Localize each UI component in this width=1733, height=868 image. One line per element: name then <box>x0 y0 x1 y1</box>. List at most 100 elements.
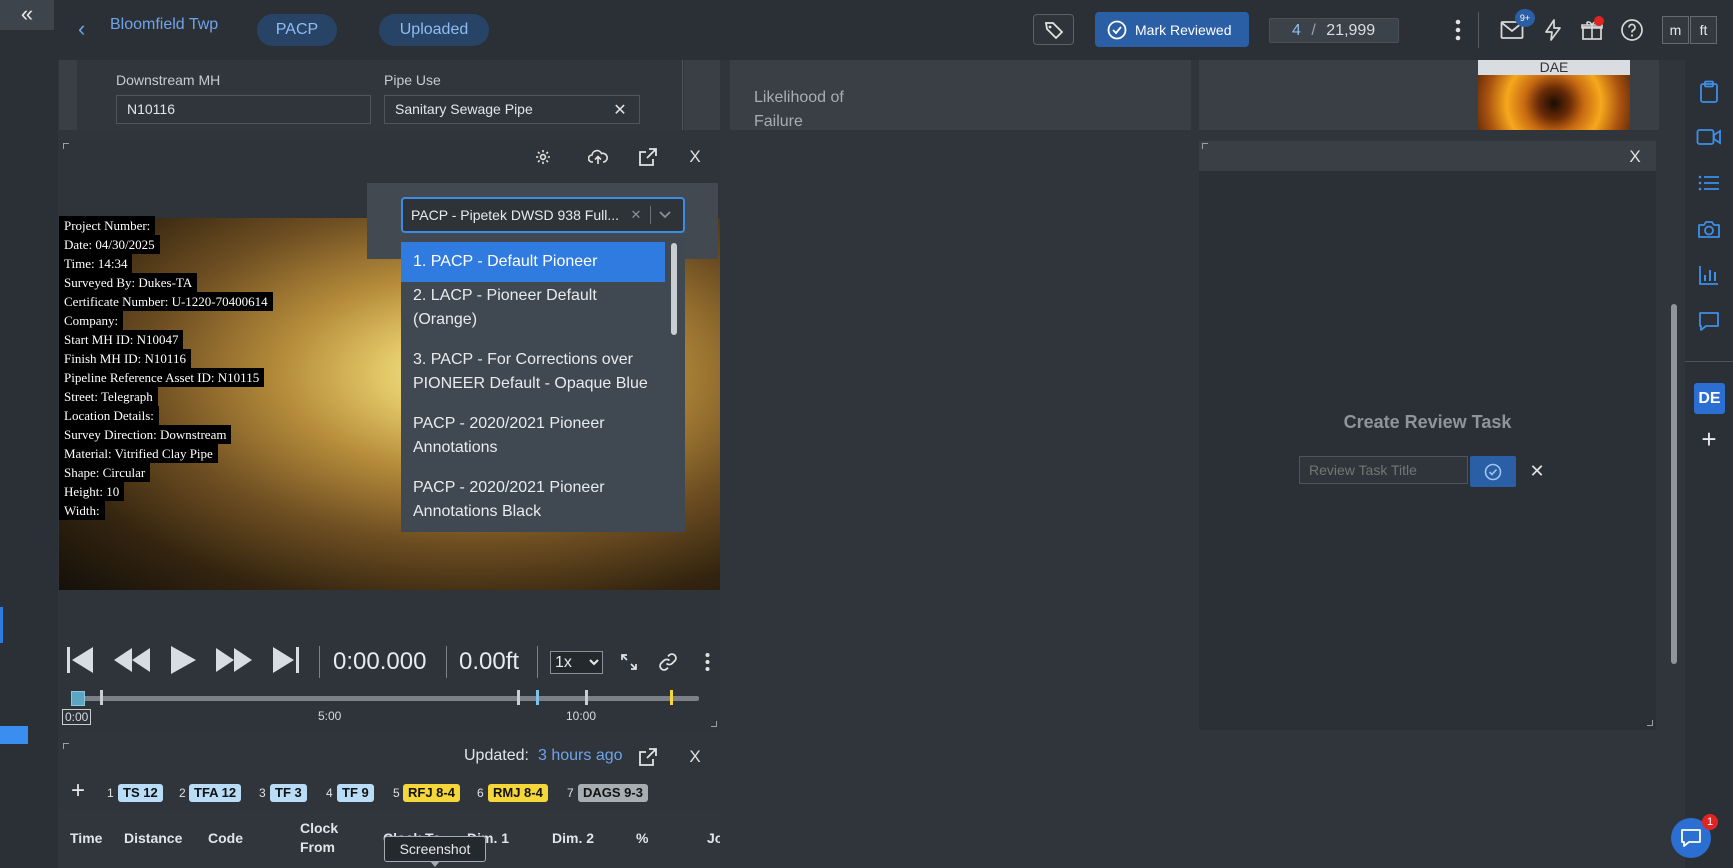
resize-handle[interactable] <box>63 143 69 149</box>
rail-divider <box>1685 361 1733 362</box>
overlay-option[interactable]: 2. LACP - Pioneer Default (Orange) <box>401 284 665 332</box>
video-button[interactable] <box>1694 122 1724 152</box>
pipe-use-label: Pipe Use <box>384 72 441 88</box>
code-chip[interactable]: TF 3 <box>270 784 307 802</box>
downstream-mh-input[interactable]: N10116 <box>116 95 371 124</box>
video-overlay-text: Project Number: Date: 04/30/2025 Time: 1… <box>59 216 273 520</box>
skip-to-start-button[interactable] <box>65 644 95 676</box>
clear-selection-icon[interactable]: ✕ <box>628 205 644 225</box>
vertical-dots-icon <box>1455 19 1461 41</box>
resize-handle[interactable] <box>1202 143 1208 149</box>
column-header[interactable]: Distance <box>124 829 182 848</box>
timeline-marker[interactable] <box>100 690 103 705</box>
divider <box>682 60 683 130</box>
overlay-line: Pipeline Reference Asset ID: N10115 <box>59 368 265 387</box>
overlay-option[interactable]: PACP - 2020/2021 Pioneer Annotations Bla… <box>401 476 665 524</box>
code-chip[interactable]: RMJ 8-4 <box>488 784 548 802</box>
timeline-marker[interactable] <box>536 690 539 705</box>
back-chevron-icon[interactable]: ‹ <box>78 18 85 40</box>
collapse-sidebar-button[interactable]: « <box>0 0 54 30</box>
pipe-use-select[interactable]: Sanitary Sewage Pipe <box>384 95 640 124</box>
overlay-option[interactable]: 1. PACP - Default Pioneer <box>401 242 665 282</box>
code-chip[interactable]: RFJ 8-4 <box>403 784 460 802</box>
settings-button[interactable] <box>532 146 554 168</box>
fullscreen-button[interactable] <box>618 651 640 673</box>
playback-speed-select[interactable]: 1x <box>550 651 603 674</box>
pop-out-button[interactable] <box>636 145 660 169</box>
timeline-playhead[interactable] <box>71 691 85 706</box>
list-icon <box>1698 175 1719 191</box>
record-counter[interactable]: 4 / 21,999 <box>1269 18 1399 43</box>
check-circle-icon <box>1484 463 1502 480</box>
clear-pipe-use-icon[interactable]: ✕ <box>611 101 629 119</box>
overlay-option[interactable]: 3. PACP - For Corrections over PIONEER D… <box>401 348 665 396</box>
workspace-badge[interactable]: DE <box>1694 383 1725 414</box>
tooltip-arrow <box>430 861 440 867</box>
fast-forward-button[interactable] <box>214 644 254 676</box>
column-header[interactable]: Time <box>70 829 102 848</box>
add-workspace-icon[interactable]: + <box>1694 424 1724 454</box>
timeline-marker[interactable] <box>585 690 588 705</box>
chart-button[interactable] <box>1694 260 1724 290</box>
dropdown-toggle[interactable] <box>656 206 674 224</box>
review-panel-header <box>1199 141 1656 171</box>
format-pill[interactable]: PACP <box>257 14 337 46</box>
timeline-track[interactable] <box>71 696 699 701</box>
comments-button[interactable] <box>1694 306 1724 336</box>
clipboard-button[interactable] <box>1694 77 1724 107</box>
confirm-review-task-button[interactable] <box>1470 456 1516 487</box>
tag-button[interactable] <box>1033 14 1074 45</box>
menu-scrollbar[interactable] <box>671 243 677 335</box>
resize-handle[interactable] <box>1647 720 1653 726</box>
overlay-template-value: PACP - Pipetek DWSD 938 Full... <box>411 207 619 223</box>
code-chip[interactable]: DAGS 9-3 <box>578 784 648 802</box>
skip-to-end-button[interactable] <box>271 644 301 676</box>
column-header[interactable]: Code <box>208 829 243 848</box>
mark-reviewed-button[interactable]: Mark Reviewed <box>1095 12 1249 47</box>
cancel-review-task-icon[interactable]: ✕ <box>1527 461 1547 481</box>
help-button[interactable] <box>1618 16 1646 44</box>
overlay-line: Material: Vitrified Clay Pipe <box>59 444 218 463</box>
mail-badge: 9+ <box>1515 9 1535 27</box>
status-pill[interactable]: Uploaded <box>379 14 489 46</box>
copy-link-button[interactable] <box>656 651 680 673</box>
close-video-panel-button[interactable]: X <box>686 145 704 169</box>
record-index[interactable]: 4 <box>1292 22 1301 39</box>
activity-button[interactable] <box>1539 16 1567 44</box>
timeline-marker[interactable] <box>670 690 673 705</box>
more-menu-button[interactable] <box>1444 16 1472 44</box>
likelihood-of-failure-label: Likelihood of Failure <box>754 89 844 130</box>
upload-button[interactable] <box>586 145 610 169</box>
close-observations-button[interactable]: X <box>686 745 704 769</box>
gear-icon <box>536 150 550 164</box>
left-rail-tab[interactable] <box>0 726 28 744</box>
lightning-icon <box>1545 19 1561 41</box>
overlay-option[interactable]: PACP - 2020/2021 Pioneer Annotations <box>401 412 665 460</box>
close-review-panel-button[interactable]: X <box>1626 145 1644 169</box>
timeline-marker[interactable] <box>517 690 520 705</box>
camera-button[interactable] <box>1694 214 1724 244</box>
pop-out-button[interactable] <box>636 745 660 769</box>
resize-handle[interactable] <box>63 743 69 749</box>
link-icon <box>659 653 677 671</box>
user-menu-m[interactable]: m <box>1662 16 1689 44</box>
rewind-button[interactable] <box>112 644 152 676</box>
user-menu-ft[interactable]: ft <box>1690 16 1717 44</box>
overlay-line: Location Details: <box>59 406 159 425</box>
column-header[interactable]: % <box>636 829 648 848</box>
play-button[interactable] <box>167 644 199 676</box>
updated-time: 3 hours ago <box>538 747 623 764</box>
add-observation-icon[interactable]: + <box>68 777 88 804</box>
page-scrollbar[interactable] <box>1671 304 1677 664</box>
code-chip[interactable]: TS 12 <box>118 784 163 802</box>
column-header[interactable]: Clock From <box>300 819 350 857</box>
column-header[interactable]: Dim. 2 <box>552 829 594 848</box>
code-chip[interactable]: TFA 12 <box>189 784 242 802</box>
code-chip[interactable]: TF 9 <box>337 784 374 802</box>
resize-handle[interactable] <box>711 721 717 727</box>
project-link[interactable]: Bloomfield Twp <box>110 16 218 34</box>
list-button[interactable] <box>1694 168 1724 198</box>
column-header[interactable]: Jo <box>707 829 720 848</box>
review-task-title-input[interactable] <box>1299 456 1468 484</box>
player-more-button[interactable] <box>701 651 713 673</box>
